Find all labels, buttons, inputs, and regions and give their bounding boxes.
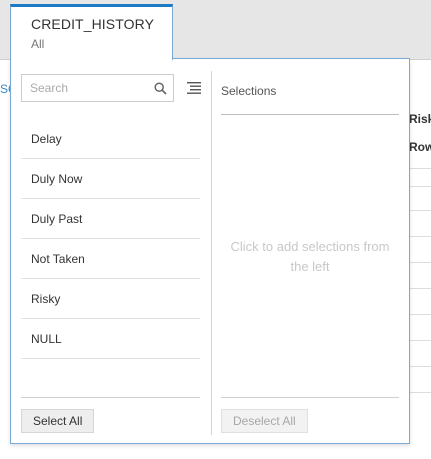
select-all-button[interactable]: Select All (21, 409, 95, 433)
background-row-divider (409, 168, 431, 169)
background-row-divider (409, 340, 431, 341)
background-row-divider (409, 186, 431, 187)
selections-header-divider (221, 114, 399, 115)
column-divider (211, 71, 212, 435)
search-icon[interactable] (154, 82, 167, 95)
list-item[interactable]: Risky (21, 279, 200, 319)
background-row-divider (409, 366, 431, 367)
list-item[interactable]: Duly Now (21, 159, 200, 199)
list-item[interactable]: Delay (21, 119, 200, 159)
background-row-divider (409, 314, 431, 315)
background-column-header-row: Row (409, 140, 431, 154)
tab-title: CREDIT_HISTORY (31, 16, 155, 32)
filter-dropdown-panel: Delay Duly Now Duly Past Not Taken Risky… (10, 58, 410, 444)
background-row-divider (409, 288, 431, 289)
selections-empty-hint: Click to add selections from the left (230, 239, 390, 274)
list-item[interactable]: Not Taken (21, 239, 200, 279)
background-row-divider (409, 262, 431, 263)
background-row-divider (409, 236, 431, 237)
tab-subtitle: All (31, 37, 45, 51)
filter-tab-credit-history[interactable]: CREDIT_HISTORY All (10, 4, 173, 60)
values-list: Delay Duly Now Duly Past Not Taken Risky… (21, 119, 200, 359)
search-box[interactable] (21, 74, 174, 102)
background-column-header-risk: Risk (409, 112, 431, 126)
list-menu-icon[interactable] (187, 81, 201, 95)
search-input[interactable] (30, 76, 150, 100)
deselect-all-button[interactable]: Deselect All (221, 409, 308, 433)
right-footer-divider (221, 397, 399, 398)
left-footer-divider (21, 397, 200, 398)
background-row-divider (409, 210, 431, 211)
list-item[interactable]: NULL (21, 319, 200, 359)
background-row-divider (409, 392, 431, 393)
list-item[interactable]: Duly Past (21, 199, 200, 239)
selections-title: Selections (221, 84, 277, 98)
